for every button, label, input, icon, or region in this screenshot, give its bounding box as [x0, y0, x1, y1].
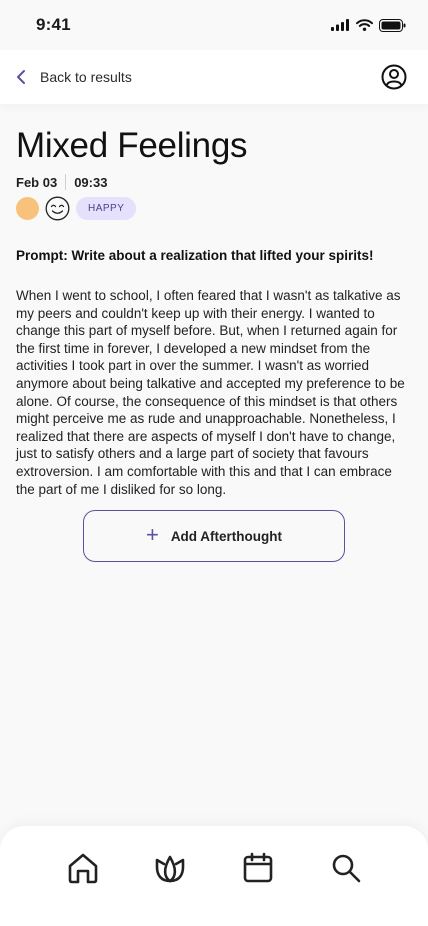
- battery-icon: [379, 18, 406, 32]
- smiley-face-icon: [45, 196, 70, 221]
- nav-calendar[interactable]: [240, 850, 276, 886]
- calendar-icon: [243, 852, 273, 883]
- add-afterthought-button[interactable]: + Add Afterthought: [83, 510, 345, 562]
- user-circle-icon: [381, 64, 407, 90]
- top-bar: Back to results: [0, 50, 428, 104]
- bottom-nav: [0, 826, 428, 926]
- back-label: Back to results: [40, 69, 132, 85]
- entry-prompt: Prompt: Write about a realization that l…: [16, 248, 374, 263]
- nav-journal[interactable]: [152, 850, 188, 886]
- signal-icon: [331, 19, 349, 31]
- entry-content: Mixed Feelings Feb 03 09:33 HAPPY Prompt…: [16, 124, 412, 498]
- meta-divider: [65, 174, 67, 190]
- search-icon: [332, 854, 361, 883]
- profile-button[interactable]: [380, 63, 408, 91]
- chevron-left-icon: [17, 70, 25, 84]
- mood-row: HAPPY: [16, 196, 412, 221]
- nav-home[interactable]: [65, 850, 101, 886]
- entry-meta: Feb 03 09:33: [16, 174, 412, 190]
- status-time: 9:41: [36, 15, 71, 34]
- back-button[interactable]: Back to results: [14, 69, 132, 85]
- plus-icon: +: [145, 522, 159, 547]
- nav-search[interactable]: [328, 850, 364, 886]
- entry-title: Mixed Feelings: [16, 126, 248, 165]
- mood-badge: HAPPY: [76, 197, 137, 220]
- home-icon: [68, 853, 98, 884]
- wifi-icon: [356, 19, 373, 31]
- entry-body: When I went to school, I often feared th…: [16, 288, 405, 497]
- status-icons: [331, 18, 406, 32]
- add-afterthought-label: Add Afterthought: [170, 528, 283, 544]
- mood-color-dot: [16, 197, 39, 220]
- status-bar: 9:41: [0, 0, 428, 50]
- lotus-icon: [155, 855, 185, 883]
- entry-time: 09:33: [74, 174, 108, 190]
- entry-date: Feb 03: [16, 174, 58, 190]
